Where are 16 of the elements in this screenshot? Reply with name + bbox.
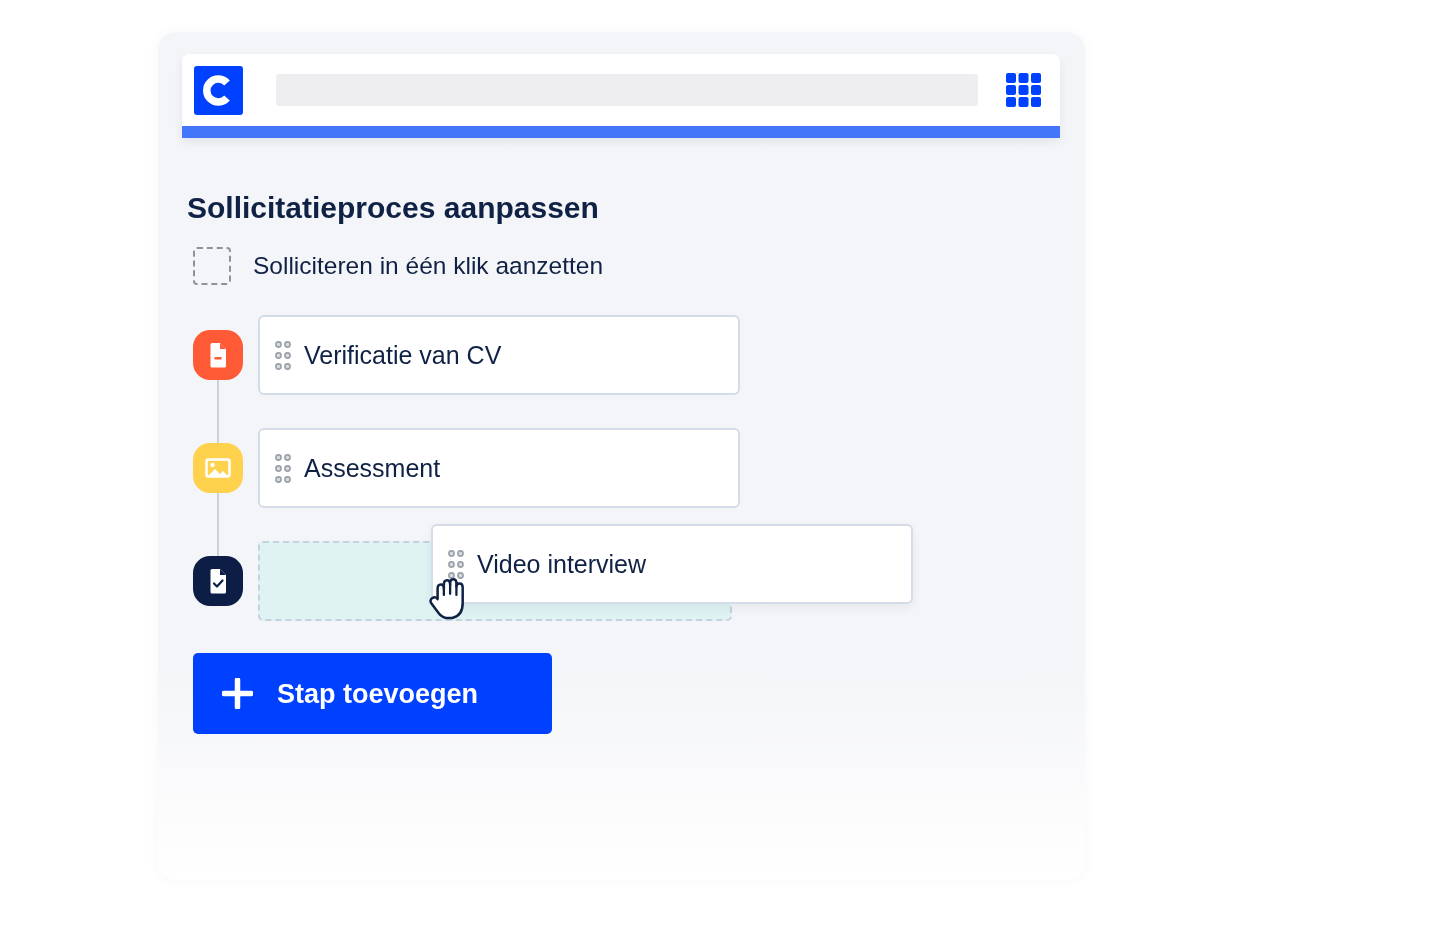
step-card[interactable]: Assessment — [258, 428, 740, 508]
step-label: Assessment — [304, 453, 441, 483]
step-label: Video interview — [477, 549, 647, 579]
step-card[interactable]: Verificatie van CV — [258, 315, 740, 395]
page-title: Sollicitatieproces aanpassen — [187, 190, 599, 226]
logo-icon[interactable] — [194, 65, 243, 115]
drag-handle-icon[interactable] — [275, 453, 291, 483]
step-card[interactable]: Video interview — [431, 524, 913, 604]
drag-handle-icon[interactable] — [275, 340, 291, 370]
apps-grid-icon[interactable] — [1006, 73, 1041, 107]
plus-icon — [222, 678, 253, 709]
add-step-button[interactable]: Stap toevoegen — [193, 653, 552, 734]
checkbox-label: Solliciteren in één klik aanzetten — [253, 251, 603, 281]
checkbox[interactable] — [193, 247, 231, 285]
drag-handle-icon[interactable] — [448, 549, 464, 579]
step-label: Verificatie van CV — [304, 340, 502, 370]
